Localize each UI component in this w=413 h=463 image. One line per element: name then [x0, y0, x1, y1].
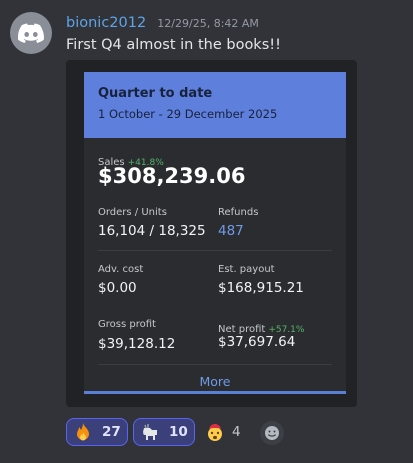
orders-units-value: 16,104 / 18,325 [98, 223, 206, 239]
date-range: 1 October - 29 December 2025 [98, 107, 278, 121]
divider [98, 364, 332, 365]
username[interactable]: bionic2012 [66, 15, 146, 31]
divider [98, 250, 332, 251]
sales-card: Quarter to date 1 October - 29 December … [84, 72, 346, 394]
reaction-count: 4 [232, 424, 241, 440]
orders-units-label: Orders / Units [98, 207, 167, 218]
add-reaction-button[interactable] [260, 421, 284, 445]
message-header: bionic2012 12/29/25, 8:42 AM [66, 12, 259, 31]
discord-logo-icon [18, 23, 44, 43]
refunds-value: 487 [218, 223, 244, 239]
reaction-fire[interactable]: 27 [66, 418, 128, 446]
adv-cost-value: $0.00 [98, 280, 137, 296]
reaction-goat[interactable]: 10 [133, 418, 195, 446]
gross-profit-label: Gross profit [98, 319, 156, 330]
fire-icon [72, 421, 94, 443]
est-payout-value: $168,915.21 [218, 280, 304, 296]
adv-cost-label: Adv. cost [98, 264, 144, 275]
timestamp: 12/29/25, 8:42 AM [157, 17, 259, 30]
card-title: Quarter to date [98, 86, 213, 101]
exploding-head-icon [204, 421, 226, 443]
goat-icon [139, 421, 161, 443]
card-header: Quarter to date 1 October - 29 December … [84, 72, 346, 138]
gross-profit-value: $39,128.12 [98, 336, 176, 352]
refunds-label: Refunds [218, 207, 259, 218]
est-payout-label: Est. payout [218, 264, 275, 275]
more-link[interactable]: More [84, 374, 346, 389]
reaction-exploding-head[interactable]: 4 [200, 418, 252, 446]
avatar[interactable] [10, 12, 52, 54]
reaction-count: 10 [169, 424, 188, 440]
message-text: First Q4 almost in the books!! [66, 37, 281, 53]
add-reaction-icon [265, 426, 279, 440]
embed-image[interactable]: Quarter to date 1 October - 29 December … [66, 60, 357, 407]
net-profit-value: $37,697.64 [218, 334, 296, 350]
sales-value: $308,239.06 [98, 164, 246, 188]
reaction-count: 27 [102, 424, 121, 440]
